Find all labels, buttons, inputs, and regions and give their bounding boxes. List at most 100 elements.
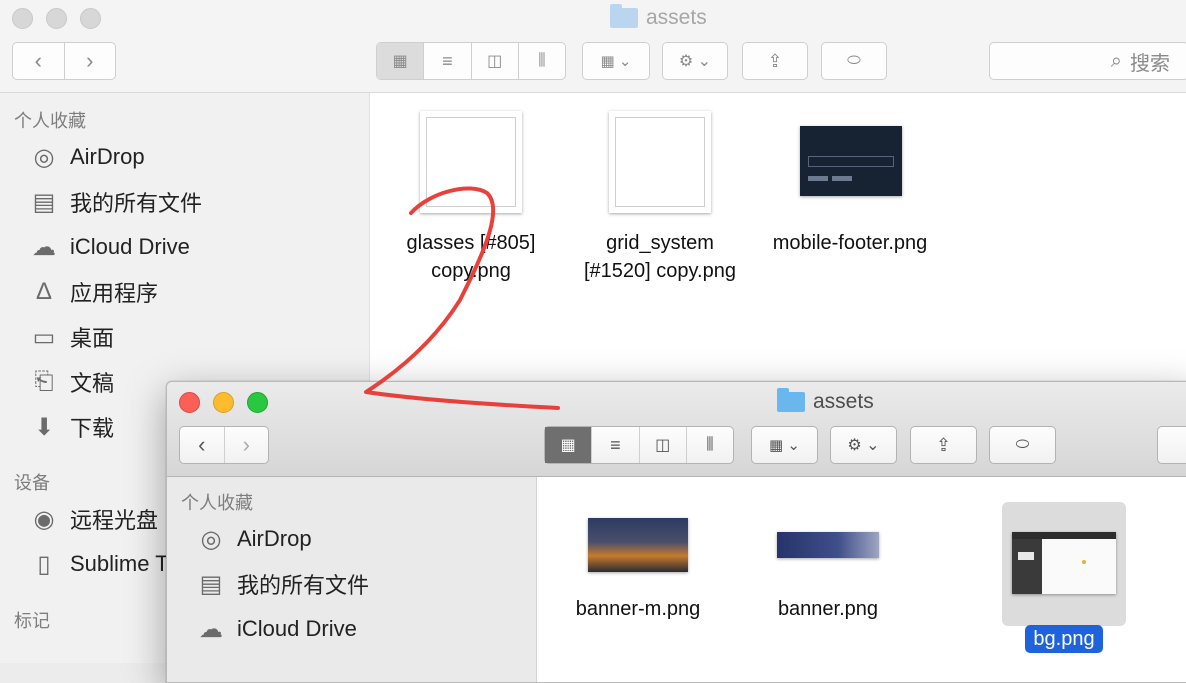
airdrop-icon: ◎ [200, 525, 222, 553]
tag-icon: ⬭ [847, 52, 861, 69]
sidebar-item-icloud[interactable]: ☁ iCloud Drive [28, 231, 190, 263]
share-button[interactable]: ⇪ [742, 42, 808, 80]
cloud-icon: ☁ [199, 615, 223, 643]
sidebar-item-icloud[interactable]: ☁ iCloud Drive [195, 613, 357, 645]
forward-button[interactable]: › [65, 43, 116, 79]
document-icon: ⎗ [34, 368, 54, 395]
view-mode-control: ▦ ≡ ◫ ⫼ [376, 42, 566, 80]
share-icon: ⇪ [935, 434, 952, 455]
minimize-button[interactable] [46, 8, 67, 29]
selected-filename: bg.png [1025, 625, 1103, 653]
chevron-right-icon: › [242, 432, 250, 457]
sidebar-item-remote-disc[interactable]: ◉ 远程光盘 [28, 503, 159, 535]
tag-button[interactable]: ⬭ [821, 42, 887, 80]
favorites-header: 个人收藏 [14, 111, 86, 131]
coverflow-icon: ⫼ [706, 436, 714, 453]
search-field[interactable]: ⌕ 搜索 [989, 42, 1186, 80]
chevron-left-icon: ‹ [34, 48, 42, 73]
sidebar-item-downloads[interactable]: ⬇ 下载 [28, 411, 114, 443]
view-mode-control: ▦ ≡ ◫ ⫼ [544, 426, 734, 464]
file-item-grid-system[interactable]: grid_system [#1520] copy.png [565, 229, 755, 285]
arrange-button[interactable]: ▦ ⌄ [582, 42, 650, 80]
window-title: assets [610, 4, 707, 30]
view-coverflow-button[interactable]: ⫼ [519, 43, 565, 79]
airdrop-icon: ◎ [33, 143, 55, 171]
folder-icon [610, 4, 638, 28]
window-title: assets [777, 388, 874, 414]
cloud-icon: ☁ [32, 233, 56, 261]
action-button[interactable]: ⚙ ⌄ [662, 42, 728, 80]
action-button[interactable]: ⚙ ⌄ [830, 426, 897, 464]
sidebar: 个人收藏 ◎ AirDrop ▤ 我的所有文件 ☁ iCloud Drive [167, 477, 537, 682]
sidebar-item-all-files[interactable]: ▤ 我的所有文件 [28, 186, 202, 218]
search-field[interactable] [1157, 426, 1186, 464]
zoom-button[interactable] [80, 8, 101, 29]
forward-button[interactable]: › [225, 427, 269, 463]
sidebar-item-airdrop[interactable]: ◎ AirDrop [195, 523, 312, 555]
gear-icon: ⚙ ⌄ [847, 437, 880, 454]
grid-icon: ▦ [560, 437, 576, 454]
columns-icon: ◫ [655, 437, 671, 454]
finder-window-front[interactable]: assets ‹ › ▦ ≡ ◫ ⫼ ▦ ⌄ ⚙ ⌄ ⇪ ⬭ 个人收藏 ◎ Air… [166, 381, 1186, 683]
back-button[interactable]: ‹ [180, 427, 225, 463]
chevron-left-icon: ‹ [198, 432, 206, 457]
file-thumbnail[interactable] [1012, 532, 1116, 594]
file-item-banner-m[interactable]: banner-m.png [543, 595, 733, 623]
file-grid: banner-m.png banner.png bg.png [537, 477, 1186, 682]
tags-header: 标记 [14, 611, 50, 631]
share-button[interactable]: ⇪ [910, 426, 977, 464]
close-button[interactable] [12, 8, 33, 29]
view-column-button[interactable]: ◫ [472, 43, 519, 79]
file-item-banner[interactable]: banner.png [733, 595, 923, 623]
file-thumbnail[interactable] [609, 111, 711, 213]
tag-button[interactable]: ⬭ [989, 426, 1056, 464]
sidebar-item-airdrop[interactable]: ◎ AirDrop [28, 141, 145, 173]
sidebar-item-desktop[interactable]: ▭ 桌面 [28, 321, 114, 353]
list-icon: ≡ [610, 434, 621, 455]
close-button[interactable] [179, 392, 200, 413]
file-item-bg[interactable]: bg.png [969, 625, 1159, 653]
all-files-icon: ▤ [199, 570, 223, 598]
back-button[interactable]: ‹ [13, 43, 65, 79]
zoom-button[interactable] [247, 392, 268, 413]
folder-icon [777, 388, 805, 412]
share-icon: ⇪ [767, 50, 783, 71]
download-icon: ⬇ [33, 413, 55, 441]
favorites-header: 个人收藏 [181, 493, 253, 513]
arrange-button[interactable]: ▦ ⌄ [751, 426, 818, 464]
nav-buttons: ‹ › [12, 42, 116, 80]
tag-icon: ⬭ [1015, 436, 1030, 453]
view-column-button[interactable]: ◫ [640, 427, 687, 463]
sidebar-item-sublime[interactable]: ▯ Sublime T [28, 548, 168, 580]
sidebar-item-applications[interactable]: ∆ 应用程序 [28, 276, 158, 308]
grid-icon: ▦ [392, 53, 408, 70]
sidebar-item-all-files[interactable]: ▤ 我的所有文件 [195, 568, 369, 600]
file-thumbnail[interactable] [800, 126, 902, 196]
file-item-mobile-footer[interactable]: mobile-footer.png [755, 229, 945, 257]
search-icon: ⌕ [1110, 49, 1122, 72]
nav-buttons: ‹ › [179, 426, 269, 464]
disc-icon: ◉ [33, 505, 55, 533]
columns-icon: ◫ [487, 53, 503, 70]
coverflow-icon: ⫼ [538, 52, 546, 69]
gear-icon: ⚙ ⌄ [678, 53, 712, 70]
view-coverflow-button[interactable]: ⫼ [687, 427, 733, 463]
view-list-button[interactable]: ≡ [424, 43, 472, 79]
chevron-right-icon: › [86, 48, 94, 73]
list-icon: ≡ [442, 50, 453, 71]
applications-icon: ∆ [36, 278, 52, 305]
file-thumbnail[interactable] [777, 532, 879, 558]
file-thumbnail[interactable] [420, 111, 522, 213]
minimize-button[interactable] [213, 392, 234, 413]
file-thumbnail[interactable] [588, 518, 688, 572]
view-list-button[interactable]: ≡ [592, 427, 640, 463]
view-icon-button[interactable]: ▦ [545, 427, 593, 463]
sidebar-item-documents[interactable]: ⎗ 文稿 [28, 366, 114, 398]
toolbar: assets ‹ › ▦ ≡ ◫ ⫼ ▦ ⌄ ⚙ ⌄ ⇪ ⬭ ⌕ 搜索 [0, 0, 1186, 93]
arrange-icon: ▦ ⌄ [600, 53, 632, 70]
arrange-icon: ▦ ⌄ [769, 437, 800, 454]
file-item-glasses[interactable]: glasses [#805] copy.png [376, 229, 566, 285]
devices-header: 设备 [14, 473, 50, 493]
all-files-icon: ▤ [32, 188, 56, 216]
view-icon-button[interactable]: ▦ [377, 43, 425, 79]
